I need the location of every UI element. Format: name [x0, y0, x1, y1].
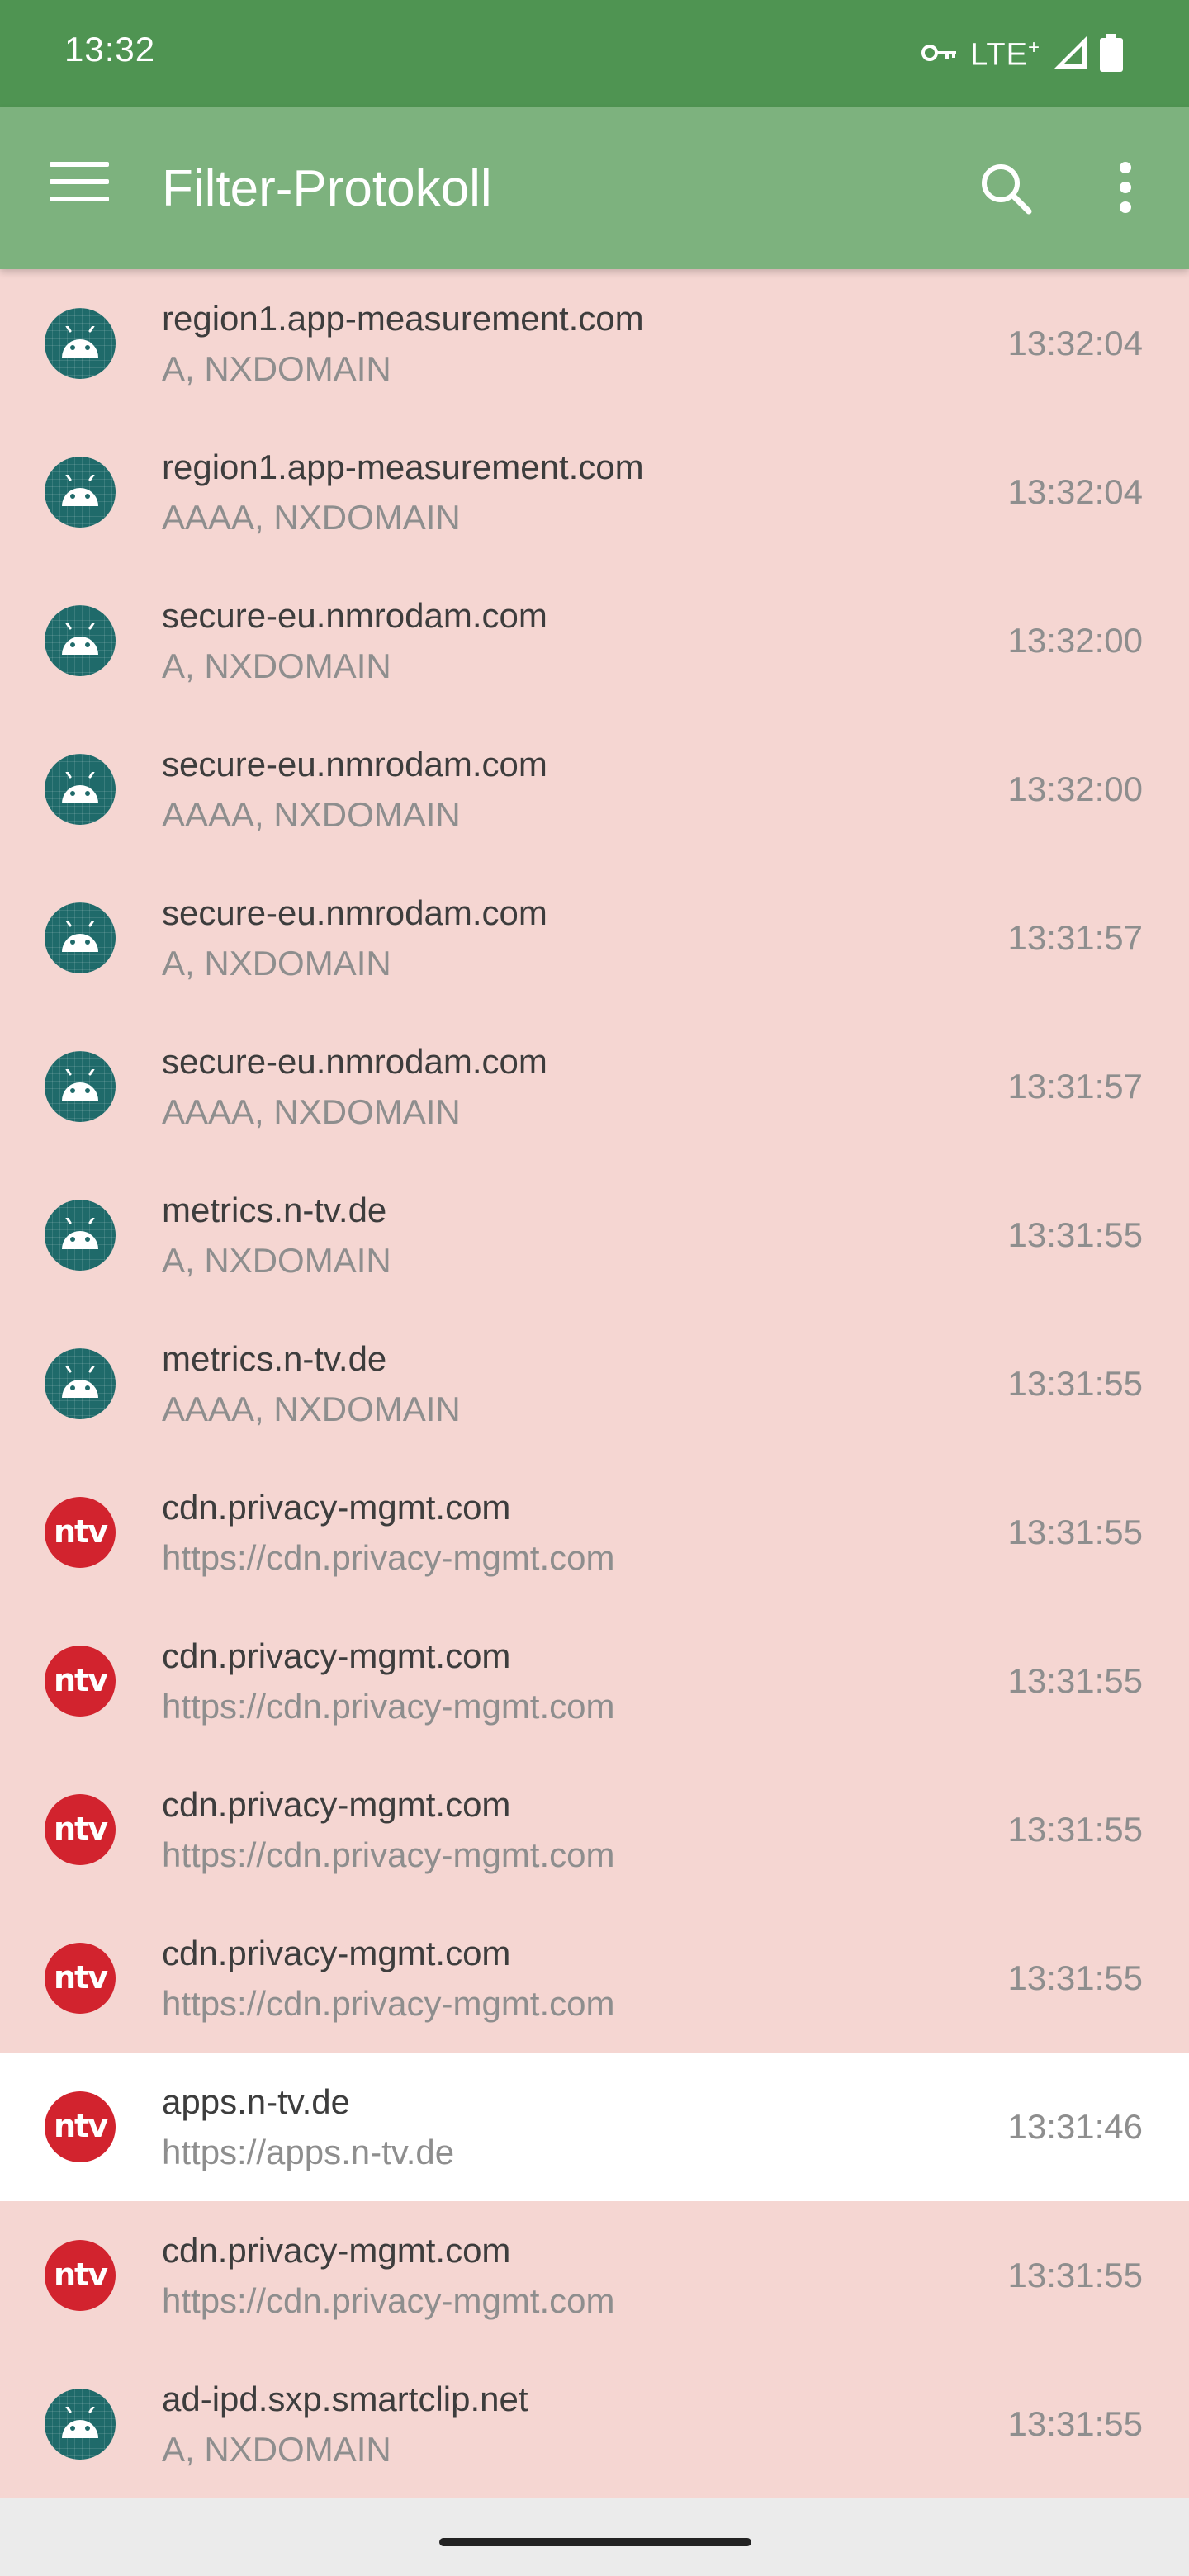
log-entry[interactable]: ntv cdn.privacy-mgmt.com https://cdn.pri…	[0, 1458, 1189, 1607]
log-detail: AAAA, NXDOMAIN	[162, 795, 461, 834]
log-detail: https://apps.n-tv.de	[162, 2133, 455, 2171]
log-time: 13:31:55	[1007, 1364, 1144, 1403]
more-vert-icon[interactable]	[1105, 157, 1146, 223]
log-detail: A, NXDOMAIN	[162, 2430, 391, 2469]
page-title: Filter-Protokoll	[162, 160, 492, 217]
log-detail: A, NXDOMAIN	[162, 944, 391, 983]
log-time: 13:31:55	[1007, 1661, 1144, 1700]
log-time: 13:32:04	[1007, 472, 1144, 511]
android-icon	[45, 754, 116, 825]
ntv-app-icon: ntv	[45, 1794, 116, 1865]
ntv-logo-text: ntv	[54, 2256, 108, 2293]
log-entry[interactable]: ntv cdn.privacy-mgmt.com https://cdn.pri…	[0, 1904, 1189, 2053]
ntv-logo-text: ntv	[54, 1662, 108, 1698]
log-entry[interactable]: ntv cdn.privacy-mgmt.com https://cdn.pri…	[0, 2201, 1189, 2350]
android-icon	[45, 457, 116, 528]
log-hostname: secure-eu.nmrodam.com	[162, 1042, 547, 1081]
log-hostname: region1.app-measurement.com	[162, 447, 644, 486]
log-detail: https://cdn.privacy-mgmt.com	[162, 1984, 615, 2023]
log-hostname: cdn.privacy-mgmt.com	[162, 1934, 511, 1972]
log-time: 13:31:55	[1007, 2404, 1144, 2443]
android-icon	[45, 1200, 116, 1271]
app-bar: Filter-Protokoll	[0, 107, 1189, 269]
vpn-key-icon	[921, 40, 959, 69]
log-hostname: apps.n-tv.de	[162, 2082, 351, 2121]
log-detail: A, NXDOMAIN	[162, 349, 391, 388]
log-entry[interactable]: ad-ipd.sxp.smartclip.net A, NXDOMAIN 13:…	[0, 2350, 1189, 2498]
log-hostname: secure-eu.nmrodam.com	[162, 596, 547, 635]
log-time: 13:32:04	[1007, 324, 1144, 362]
log-hostname: cdn.privacy-mgmt.com	[162, 1636, 511, 1675]
log-hostname: cdn.privacy-mgmt.com	[162, 1488, 511, 1527]
signal-icon	[1052, 35, 1088, 75]
ntv-logo-text: ntv	[54, 1513, 108, 1550]
log-detail: AAAA, NXDOMAIN	[162, 1390, 461, 1428]
log-hostname: region1.app-measurement.com	[162, 299, 644, 338]
battery-icon	[1100, 33, 1123, 76]
navigation-bar	[0, 2507, 1189, 2576]
android-icon	[45, 1051, 116, 1122]
log-entry[interactable]: secure-eu.nmrodam.com A, NXDOMAIN 13:31:…	[0, 864, 1189, 1012]
log-time: 13:31:55	[1007, 1215, 1144, 1254]
android-icon	[45, 902, 116, 973]
log-entry[interactable]: ntv apps.n-tv.de https://apps.n-tv.de 13…	[0, 2053, 1189, 2201]
log-entry[interactable]: region1.app-measurement.com A, NXDOMAIN …	[0, 269, 1189, 418]
ntv-logo-text: ntv	[54, 2108, 108, 2144]
log-entry[interactable]: region1.app-measurement.com AAAA, NXDOMA…	[0, 418, 1189, 566]
home-gesture-handle[interactable]	[439, 2538, 751, 2546]
log-time: 13:31:57	[1007, 1067, 1144, 1106]
log-time: 13:31:55	[1007, 1810, 1144, 1849]
filter-log-list: region1.app-measurement.com A, NXDOMAIN …	[0, 269, 1189, 2498]
log-detail: A, NXDOMAIN	[162, 646, 391, 685]
log-hostname: cdn.privacy-mgmt.com	[162, 1785, 511, 1824]
log-detail: https://cdn.privacy-mgmt.com	[162, 2281, 615, 2320]
log-time: 13:31:46	[1007, 2107, 1144, 2146]
search-icon[interactable]	[974, 157, 1040, 223]
log-detail: AAAA, NXDOMAIN	[162, 1092, 461, 1131]
status-time: 13:32	[64, 30, 156, 69]
ntv-app-icon: ntv	[45, 1646, 116, 1717]
log-entry[interactable]: secure-eu.nmrodam.com A, NXDOMAIN 13:32:…	[0, 566, 1189, 715]
log-hostname: secure-eu.nmrodam.com	[162, 893, 547, 932]
ntv-app-icon: ntv	[45, 1497, 116, 1568]
android-icon	[45, 2389, 116, 2460]
android-icon	[45, 605, 116, 676]
log-detail: https://cdn.privacy-mgmt.com	[162, 1687, 615, 1726]
android-icon	[45, 1348, 116, 1419]
network-type: LTE+	[970, 36, 1040, 73]
log-entry[interactable]: metrics.n-tv.de AAAA, NXDOMAIN 13:31:55	[0, 1309, 1189, 1458]
ntv-app-icon: ntv	[45, 2091, 116, 2162]
ntv-logo-text: ntv	[54, 1811, 108, 1847]
log-time: 13:31:55	[1007, 2256, 1144, 2294]
status-bar: 13:32 LTE+	[0, 0, 1189, 107]
log-detail: A, NXDOMAIN	[162, 1241, 391, 1280]
log-entry[interactable]: secure-eu.nmrodam.com AAAA, NXDOMAIN 13:…	[0, 715, 1189, 864]
status-icons: LTE+	[921, 30, 1123, 79]
log-time: 13:31:55	[1007, 1513, 1144, 1551]
ntv-app-icon: ntv	[45, 1943, 116, 2014]
log-detail: AAAA, NXDOMAIN	[162, 498, 461, 537]
log-entry[interactable]: ntv cdn.privacy-mgmt.com https://cdn.pri…	[0, 1755, 1189, 1904]
log-hostname: metrics.n-tv.de	[162, 1191, 387, 1229]
log-time: 13:32:00	[1007, 769, 1144, 808]
log-hostname: ad-ipd.sxp.smartclip.net	[162, 2379, 528, 2418]
android-icon	[45, 308, 116, 379]
log-hostname: secure-eu.nmrodam.com	[162, 745, 547, 784]
log-time: 13:32:00	[1007, 621, 1144, 660]
log-entry[interactable]: metrics.n-tv.de A, NXDOMAIN 13:31:55	[0, 1161, 1189, 1309]
log-time: 13:31:57	[1007, 918, 1144, 957]
log-hostname: cdn.privacy-mgmt.com	[162, 2231, 511, 2270]
ntv-app-icon: ntv	[45, 2240, 116, 2311]
log-detail: https://cdn.privacy-mgmt.com	[162, 1835, 615, 1874]
log-hostname: metrics.n-tv.de	[162, 1339, 387, 1378]
log-time: 13:31:55	[1007, 1958, 1144, 1997]
menu-icon[interactable]	[50, 162, 109, 211]
log-entry[interactable]: secure-eu.nmrodam.com AAAA, NXDOMAIN 13:…	[0, 1012, 1189, 1161]
ntv-logo-text: ntv	[54, 1959, 108, 1996]
log-detail: https://cdn.privacy-mgmt.com	[162, 1538, 615, 1577]
log-entry[interactable]: ntv cdn.privacy-mgmt.com https://cdn.pri…	[0, 1607, 1189, 1755]
